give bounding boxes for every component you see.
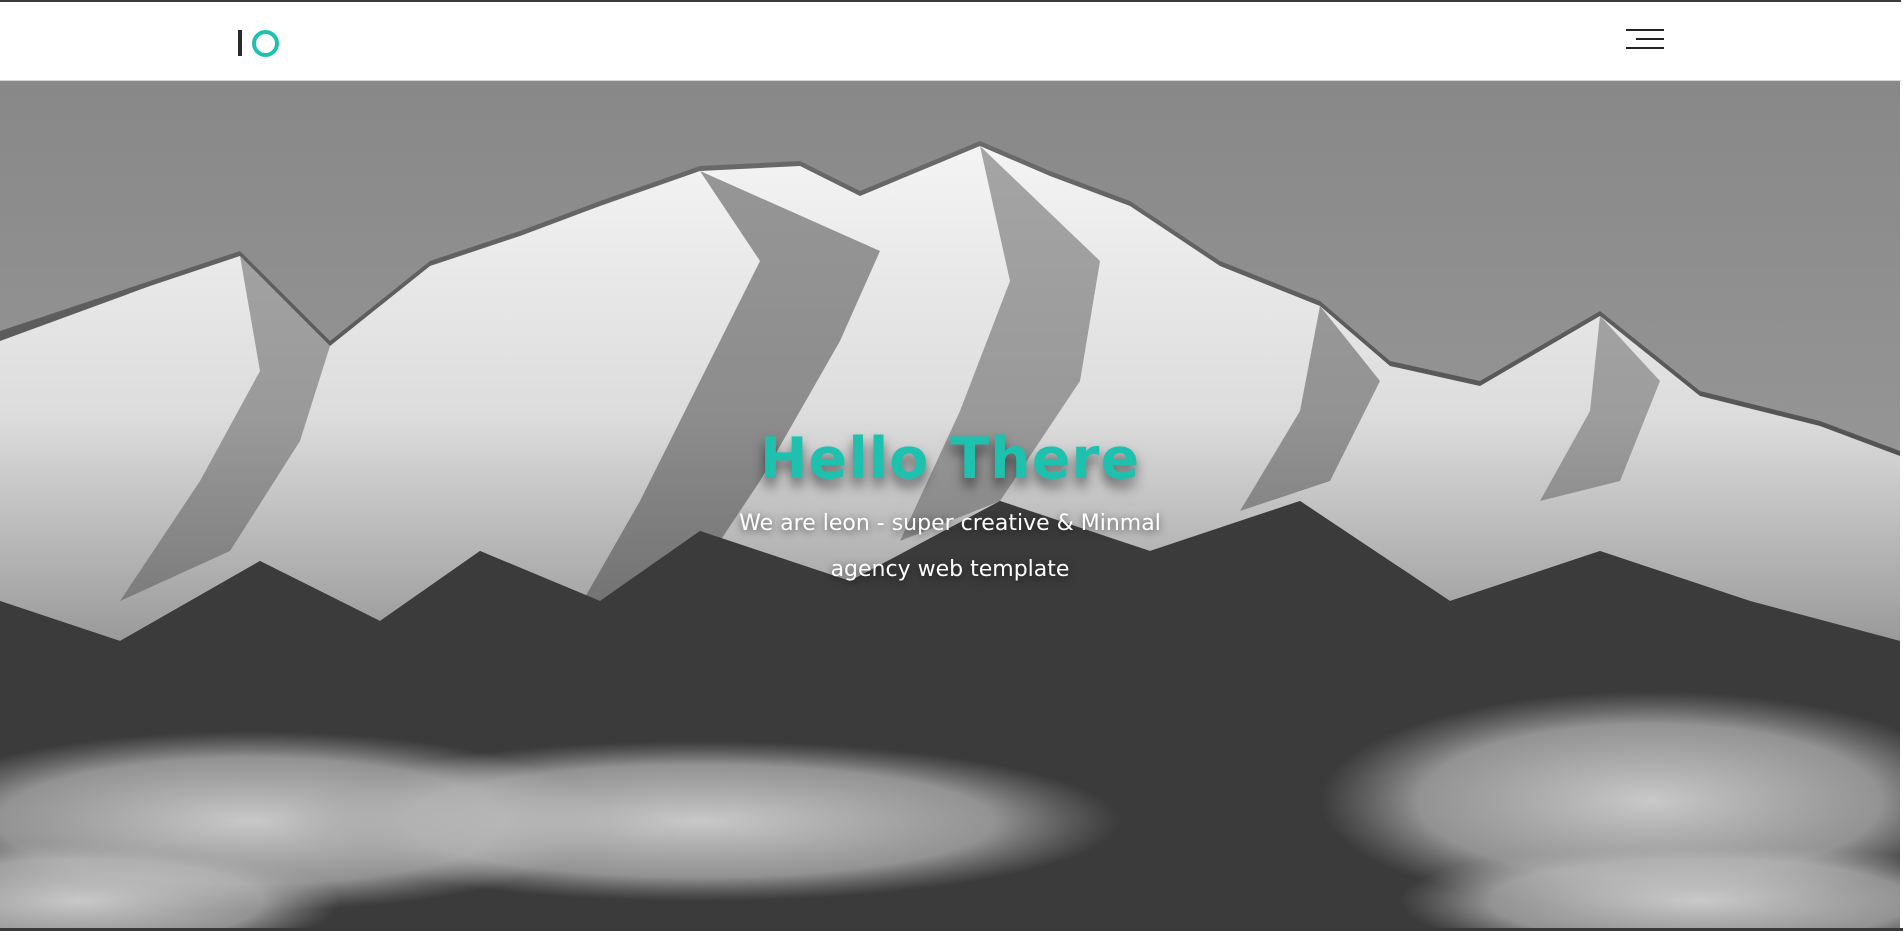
site-header: lO	[0, 0, 1901, 81]
site-logo[interactable]: lO	[238, 28, 279, 58]
page-frame: lO	[0, 0, 1903, 931]
hero-title: Hello There	[759, 426, 1141, 492]
hamburger-menu-icon[interactable]	[1624, 29, 1664, 55]
logo-bar-mark	[238, 30, 242, 56]
menu-line-middle	[1636, 38, 1664, 40]
hero-section: Hello There We are leon - super creative…	[0, 81, 1900, 929]
menu-line-bottom	[1626, 47, 1664, 49]
hero-subtitle: We are leon - super creative & Minmal ag…	[739, 511, 1161, 582]
hero-content: Hello There We are leon - super creative…	[0, 81, 1900, 929]
logo-ring-mark	[252, 29, 279, 57]
menu-line-top	[1626, 29, 1664, 31]
